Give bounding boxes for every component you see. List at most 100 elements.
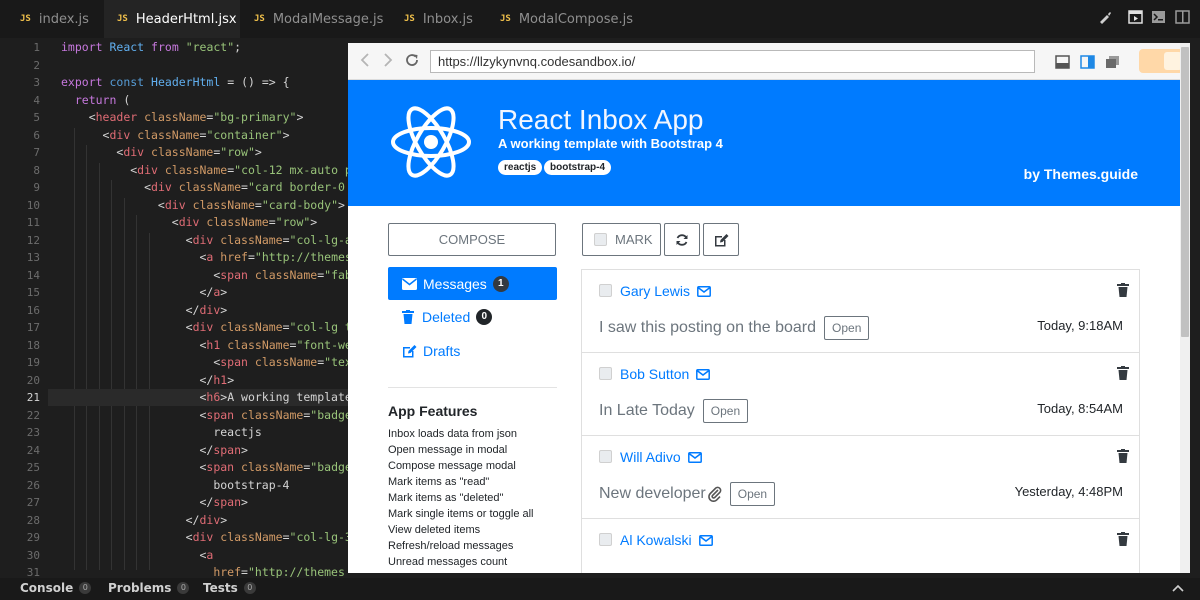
chevron-up-icon[interactable] (1170, 580, 1186, 600)
editor-tab-inbox[interactable]: JS Inbox.js (390, 0, 502, 38)
new-message-button[interactable] (703, 223, 739, 256)
line-number: 31 (26, 566, 40, 578)
preview-toggle[interactable] (1139, 49, 1186, 73)
deleted-count-badge: 0 (476, 309, 493, 325)
forward-icon[interactable] (383, 52, 393, 72)
delete-message-icon[interactable] (1117, 449, 1129, 468)
delete-message-icon[interactable] (1117, 283, 1129, 302)
select-all-checkbox[interactable] (594, 233, 607, 246)
code-line: <div className="col-lg-3 t (61, 530, 348, 544)
sender-name: Bob Sutton (620, 366, 690, 382)
feature-item: Mark items as "read" (388, 476, 490, 488)
message-sender[interactable]: Gary Lewis (620, 283, 711, 299)
code-line: <span className="text- (61, 355, 348, 369)
message-row[interactable]: Al Kowalski (582, 519, 1139, 573)
bottom-panel-tabs: Console 0 Problems 0 Tests 0 (0, 578, 1200, 600)
badge-reactjs: reactjs (498, 160, 543, 175)
code-line: </h1> (61, 372, 235, 387)
editor-tab-headerhtml[interactable]: JS HeaderHtml.jsx (104, 0, 240, 38)
line-number: 27 (26, 496, 40, 509)
message-row[interactable]: Gary Lewis I saw this posting on the boar… (582, 270, 1139, 353)
open-button[interactable]: Open (702, 399, 749, 423)
editor-tab-modalcompose[interactable]: JS ModalCompose.js (490, 0, 640, 38)
message-row[interactable]: Will Adivo New developer Open Yesterday, 4:… (582, 436, 1139, 519)
message-sender[interactable]: Al Kowalski (620, 532, 713, 548)
code-line: href="http://themes (213, 565, 345, 578)
line-number: 2 (33, 58, 40, 72)
react-logo-icon[interactable] (390, 101, 472, 188)
message-checkbox[interactable] (599, 367, 612, 380)
sidebar-divider (388, 387, 557, 388)
code-line: </div> (61, 302, 228, 317)
byline-link[interactable]: by Themes.guide (1024, 166, 1138, 182)
tab-console[interactable]: Console 0 (20, 581, 92, 595)
badge-bootstrap: bootstrap-4 (544, 160, 611, 175)
open-button[interactable]: Open (729, 482, 776, 506)
back-icon[interactable] (360, 52, 370, 72)
layout-right-icon[interactable] (1080, 54, 1095, 69)
tab-tests[interactable]: Tests 0 (203, 581, 256, 595)
brush-icon[interactable] (1097, 10, 1113, 26)
message-time: Yesterday, 4:48PM (1014, 484, 1123, 499)
mark-label: MARK (615, 232, 653, 247)
tab-problems[interactable]: Problems 0 (108, 581, 190, 595)
scrollbar-thumb[interactable] (1181, 47, 1189, 337)
code-line: <div className="row"> (61, 145, 262, 159)
message-checkbox[interactable] (599, 284, 612, 297)
message-checkbox[interactable] (599, 450, 612, 463)
message-checkbox[interactable] (599, 533, 612, 546)
editor-tab-modalmessage[interactable]: JS ModalMessage.js (240, 0, 390, 38)
nav-label: Drafts (423, 343, 461, 359)
tab-label: HeaderHtml.jsx (135, 11, 237, 27)
refresh-button[interactable] (664, 223, 700, 256)
layout-bottom-icon[interactable] (1055, 54, 1070, 69)
subject-text: New developer (599, 485, 706, 502)
line-number: 5 (33, 111, 40, 124)
tab-label: Problems (108, 581, 172, 595)
delete-message-icon[interactable] (1117, 532, 1129, 551)
line-number: 8 (33, 163, 40, 177)
message-sender[interactable]: Will Adivo (620, 449, 702, 465)
code-line: <a href="http://themes.g (61, 250, 348, 264)
reload-icon[interactable] (404, 52, 420, 72)
nav-deleted[interactable]: Deleted 0 (388, 302, 557, 332)
code-line: <div className="col-12 mx-auto py- (61, 162, 348, 177)
message-list: Gary Lewis I saw this posting on the boar… (581, 269, 1140, 573)
code-line: <span className="badge b (61, 460, 348, 474)
code-editor[interactable]: 1 import React from "react"; 2 3 export cons… (0, 38, 348, 578)
delete-message-icon[interactable] (1117, 366, 1129, 385)
editor-tab-index[interactable]: JS index.js (8, 0, 104, 38)
nav-drafts[interactable]: Drafts (388, 336, 557, 366)
message-time: Today, 9:18AM (1037, 318, 1123, 333)
line-number: 18 (26, 338, 40, 352)
code-line: </span> (61, 495, 248, 509)
open-button[interactable]: Open (824, 316, 870, 340)
feature-item: Open message in modal (388, 444, 508, 456)
nav-messages[interactable]: Messages 1 (388, 267, 557, 300)
code-line: reactjs (61, 425, 262, 439)
browser-preview: https://llzykynvnq.codesandbox.io/ React… (348, 43, 1190, 573)
envelope-outline-icon (696, 368, 711, 380)
app-title: React Inbox App (498, 104, 704, 135)
line-number: 1 (33, 41, 40, 54)
compose-button[interactable]: COMPOSE (388, 223, 556, 256)
tab-label: Inbox.js (422, 11, 473, 27)
mark-button[interactable]: MARK (582, 223, 661, 256)
app-subtitle: A working template with Bootstrap 4 (498, 136, 723, 151)
line-number: 30 (26, 548, 40, 562)
code-line: </a> (61, 285, 228, 299)
message-sender[interactable]: Bob Sutton (620, 366, 711, 382)
line-number: 6 (33, 128, 40, 142)
preview-icon[interactable] (1127, 10, 1143, 26)
url-input[interactable]: https://llzykynvnq.codesandbox.io/ (430, 50, 1035, 73)
code-line: <div className="card-body"> (61, 197, 345, 212)
terminal-icon[interactable] (1150, 10, 1166, 26)
tab-label: Console (20, 581, 74, 595)
features-heading: App Features (388, 403, 478, 419)
message-time: Today, 8:54AM (1037, 401, 1123, 416)
split-icon[interactable] (1174, 10, 1190, 26)
layout-window-icon[interactable] (1105, 54, 1120, 68)
message-row[interactable]: Bob Sutton In Late Today Open Today, 8:54AM (582, 353, 1139, 436)
line-number: 17 (26, 321, 40, 334)
code-line: <div className="col-lg tex (61, 320, 348, 334)
